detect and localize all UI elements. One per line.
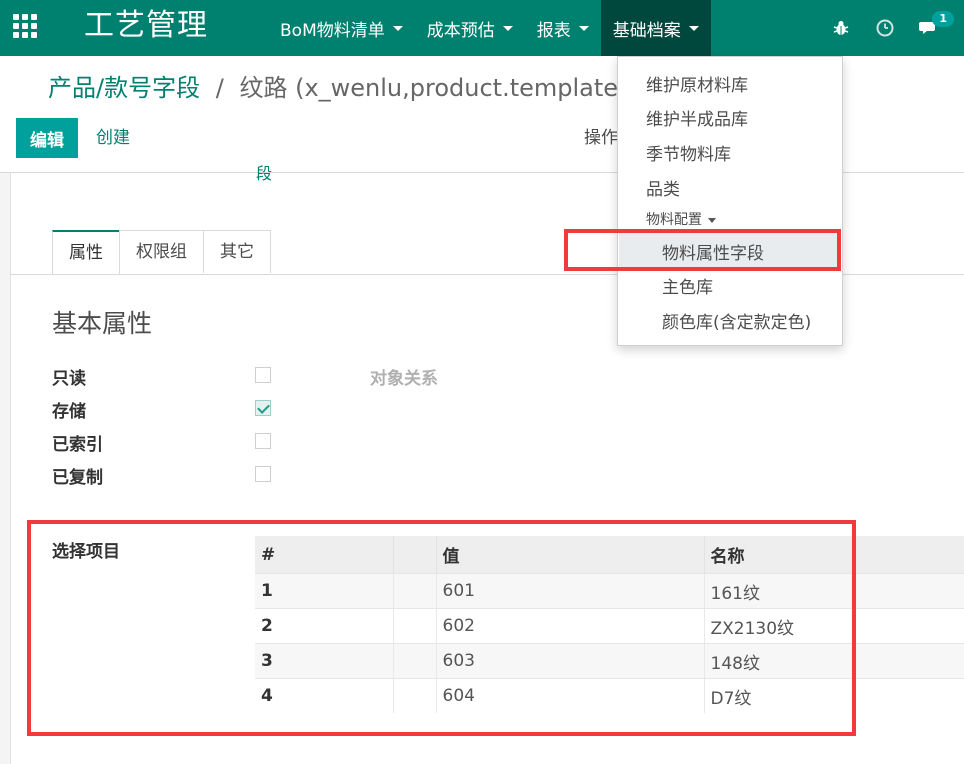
row-handle <box>392 608 436 644</box>
row-name: ZX2130纹 <box>703 608 964 644</box>
column-header-handle <box>392 536 436 574</box>
breadcrumb: 产品/款号字段 / 纹路 (x_wenlu,product.template) <box>48 72 627 104</box>
row-value: 604 <box>435 678 704 713</box>
row-handle <box>392 643 436 679</box>
notebook-tabs: 属性 权限组 其它 <box>52 230 271 275</box>
breadcrumb-separator: / <box>215 74 224 102</box>
chevron-down-icon <box>502 25 513 31</box>
main-menu: BoM物料清单 成本预估 报表 基础档案 <box>268 0 711 56</box>
field-label-copied: 已复制 <box>52 468 103 488</box>
actions-dropdown-button[interactable]: 操作 <box>584 118 618 158</box>
menu-cost-estimate-label: 成本预估 <box>426 20 495 41</box>
app-title: 工艺管理 <box>84 8 208 43</box>
systray: 1 <box>812 0 954 56</box>
row-name: 148纹 <box>703 643 964 679</box>
field-label-readonly: 只读 <box>52 369 86 389</box>
chevron-down-icon <box>688 25 699 31</box>
breadcrumb-current: 纹路 (x_wenlu,product.template) <box>239 74 628 102</box>
table-row[interactable]: 2 602 ZX2130纹 <box>255 608 964 644</box>
table-header-row: # 值 名称 <box>255 536 964 574</box>
menu-bom-label: BoM物料清单 <box>280 20 385 41</box>
chevron-down-icon <box>578 25 589 31</box>
top-navbar: 工艺管理 BoM物料清单 成本预估 报表 基础档案 1 <box>0 0 964 56</box>
chevron-down-icon <box>392 25 403 31</box>
group-title: 基本属性 <box>52 309 153 338</box>
selection-table: # 值 名称 1 601 161纹 2 602 ZX2130纹 3 603 14… <box>255 536 964 713</box>
selection-items-label: 选择项目 <box>52 542 120 562</box>
master-data-dropdown: 维护原材料库 维护半成品库 季节物料库 品类 物料配置 物料属性字段 主色库 颜… <box>617 56 843 346</box>
stored-checkbox[interactable] <box>255 400 271 416</box>
menu-master-data-label: 基础档案 <box>612 20 681 41</box>
menu-item-categories[interactable]: 品类 <box>646 175 680 200</box>
debug-bug-icon[interactable] <box>826 13 856 43</box>
breadcrumb-parent-link[interactable]: 产品/款号字段 <box>48 74 200 102</box>
row-sequence: 3 <box>255 643 393 679</box>
column-header-name[interactable]: 名称 <box>703 536 964 574</box>
menu-bom[interactable]: BoM物料清单 <box>268 0 415 56</box>
create-button[interactable]: 创建 <box>96 118 130 158</box>
row-sequence: 4 <box>255 678 393 713</box>
menu-item-semi-finished[interactable]: 维护半成品库 <box>646 105 748 130</box>
menu-item-color-library[interactable]: 颜色库(含定款定色) <box>662 308 811 333</box>
field-label-indexed: 已索引 <box>52 435 103 455</box>
activity-clock-icon[interactable] <box>870 13 900 43</box>
tab-other[interactable]: 其它 <box>203 230 271 273</box>
field-label-stored: 存储 <box>52 402 86 422</box>
indexed-checkbox[interactable] <box>255 433 271 449</box>
row-name: D7纹 <box>703 678 964 713</box>
tab-access-groups[interactable]: 权限组 <box>119 230 204 273</box>
chat-icon[interactable]: 1 <box>914 11 954 43</box>
menu-item-raw-materials[interactable]: 维护原材料库 <box>646 71 748 96</box>
tab-properties[interactable]: 属性 <box>52 230 120 275</box>
row-value: 601 <box>435 573 704 609</box>
table-row[interactable]: 1 601 161纹 <box>255 573 964 609</box>
menu-cost-estimate[interactable]: 成本预估 <box>415 0 525 56</box>
object-relation-label: 对象关系 <box>370 369 438 389</box>
menu-section-material-config[interactable]: 物料配置 <box>646 209 716 229</box>
row-value: 602 <box>435 608 704 644</box>
row-handle <box>392 573 436 609</box>
menu-item-seasonal-materials[interactable]: 季节物料库 <box>646 140 731 165</box>
chevron-down-icon <box>708 217 716 223</box>
table-row[interactable]: 3 603 148纹 <box>255 643 964 679</box>
table-row[interactable]: 4 604 D7纹 <box>255 678 964 713</box>
menu-section-label: 物料配置 <box>646 212 702 228</box>
clipped-field-text: 段 <box>256 164 273 183</box>
row-sequence: 2 <box>255 608 393 644</box>
row-sequence: 1 <box>255 573 393 609</box>
row-handle <box>392 678 436 713</box>
row-value: 603 <box>435 643 704 679</box>
apps-grid-icon[interactable] <box>13 14 41 42</box>
column-header-sequence[interactable]: # <box>255 536 393 574</box>
copied-checkbox[interactable] <box>255 466 271 482</box>
menu-item-material-attribute-fields[interactable]: 物料属性字段 <box>662 239 764 264</box>
menu-master-data[interactable]: 基础档案 <box>600 0 711 56</box>
chat-badge: 1 <box>932 11 954 27</box>
menu-reports[interactable]: 报表 <box>525 0 601 56</box>
edit-button[interactable]: 编辑 <box>16 118 78 158</box>
menu-reports-label: 报表 <box>536 20 571 41</box>
menu-item-main-colors[interactable]: 主色库 <box>662 273 713 298</box>
row-name: 161纹 <box>703 573 964 609</box>
column-header-value[interactable]: 值 <box>435 536 704 574</box>
readonly-checkbox[interactable] <box>255 367 271 383</box>
